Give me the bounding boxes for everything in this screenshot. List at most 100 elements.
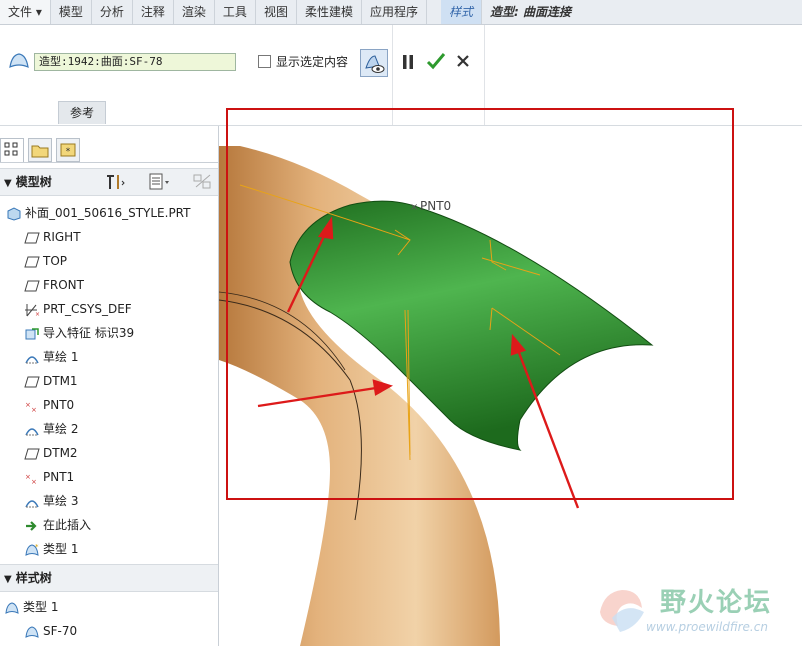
folder-icon — [31, 145, 49, 158]
tree-item-label: SF-70 — [43, 624, 78, 638]
tree-item[interactable]: 导入特征 标识39 — [24, 322, 134, 344]
tree-item-label: TOP — [43, 254, 68, 268]
menu-file-label: 文件 — [8, 5, 33, 19]
tree-item[interactable]: × × PNT1 — [24, 466, 74, 488]
tree-item[interactable]: SF-70 — [24, 620, 77, 642]
tree-item[interactable]: TOP — [24, 250, 67, 272]
svg-text:×: × — [25, 401, 31, 409]
context-title: 造型: 曲面连接 — [490, 5, 571, 19]
tree-item[interactable]: RIGHT — [24, 226, 81, 248]
references-tab[interactable]: 参考 — [58, 101, 106, 124]
highlight-frame — [226, 108, 734, 500]
tree-item-label: 草绘 1 — [43, 350, 79, 364]
menu-file[interactable]: 文件 ▾ — [0, 0, 51, 24]
ok-check-icon[interactable] — [426, 51, 446, 71]
tree-item[interactable]: 补面_001_50616_STYLE.PRT — [6, 202, 190, 224]
folder-browser-tab[interactable] — [28, 138, 52, 162]
tree-item-label: 类型 1 — [23, 600, 59, 614]
csys-icon: × — [25, 303, 40, 317]
datum-point-icon: ×× — [25, 473, 37, 485]
tree-item[interactable]: × PRT_CSYS_DEF — [24, 298, 132, 320]
datum-point-icon: ×× — [25, 401, 37, 413]
show-selected-checkbox[interactable] — [258, 55, 271, 68]
model-tree-tab[interactable] — [0, 138, 24, 162]
sketch-icon — [25, 355, 39, 363]
tree-item-label: 草绘 3 — [43, 494, 79, 508]
svg-text:×: × — [25, 473, 31, 481]
show-filters-icon[interactable] — [148, 173, 172, 191]
tree-item[interactable]: FRONT — [24, 274, 84, 296]
tree-item[interactable]: 草绘 1 — [24, 346, 78, 368]
style-feature-icon — [5, 601, 19, 614]
preview-button[interactable] — [360, 49, 388, 77]
tree-settings-icon[interactable] — [104, 173, 126, 191]
tree-item[interactable]: 类型 1 — [4, 596, 58, 618]
tree-item-label: 类型 1 — [43, 542, 79, 556]
tree-item[interactable]: × × PNT0 — [24, 394, 74, 416]
reference-collector[interactable]: 造型:1942:曲面:SF-78 — [34, 53, 236, 71]
tree-item-label: 在此插入 — [43, 518, 92, 532]
tree-item-label: DTM2 — [43, 446, 78, 460]
favorites-icon: * — [60, 143, 76, 157]
tree-item-label: 草绘 2 — [43, 422, 79, 436]
tree-item[interactable]: DTM1 — [24, 370, 78, 392]
datum-plane-icon — [24, 448, 40, 459]
svg-text:×: × — [31, 406, 37, 413]
tree-item-label: RIGHT — [43, 230, 81, 244]
surface-icon — [25, 625, 39, 638]
sketch-icon — [25, 427, 39, 435]
navigator-panel: * ▼ 模型树 补面_001_50616_STYLE.PRT RIGHT TOP … — [0, 126, 219, 646]
watermark-url: www.proewildfire.cn — [646, 620, 768, 634]
sketch-icon — [25, 499, 39, 507]
tree-item-label: DTM1 — [43, 374, 78, 388]
menu-applications[interactable]: 应用程序 — [362, 0, 427, 24]
menu-bar: 文件 ▾ 模型 分析 注释 渲染 工具 视图 柔性建模 应用程序 样式 造型: … — [0, 0, 802, 25]
menu-flexible-modeling[interactable]: 柔性建模 — [297, 0, 362, 24]
pause-icon[interactable] — [402, 55, 414, 69]
model-tree-title: 模型树 — [15, 175, 52, 189]
datum-plane-icon — [24, 232, 40, 243]
part-icon — [7, 206, 21, 221]
navigator-tabs: * — [0, 134, 218, 163]
tree-icon — [4, 142, 18, 156]
menu-analysis[interactable]: 分析 — [92, 0, 133, 24]
menu-view[interactable]: 视图 — [256, 0, 297, 24]
datum-plane-icon — [24, 376, 40, 387]
filter-disabled-icon[interactable] — [192, 173, 214, 191]
svg-text:*: * — [35, 543, 39, 551]
style-feature-icon: * — [25, 543, 39, 556]
tree-item[interactable]: * 类型 1 — [24, 538, 78, 560]
menu-style-tab[interactable]: 样式 — [440, 0, 482, 24]
menu-model[interactable]: 模型 — [51, 0, 92, 24]
menu-annotate[interactable]: 注释 — [133, 0, 174, 24]
model-tree-header[interactable]: ▼ 模型树 — [0, 168, 218, 196]
menu-render[interactable]: 渲染 — [174, 0, 215, 24]
menu-tools[interactable]: 工具 — [215, 0, 256, 24]
tree-item-label: 导入特征 标识39 — [43, 326, 135, 340]
style-tree-title: 样式树 — [15, 571, 52, 585]
tree-item[interactable]: 在此插入 — [24, 514, 91, 536]
tree-item-label: PNT0 — [43, 398, 75, 412]
import-feature-icon — [25, 327, 39, 339]
collapse-triangle-icon[interactable]: ▼ — [4, 171, 12, 197]
collapse-triangle-icon[interactable]: ▼ — [4, 567, 12, 593]
tree-item-label: FRONT — [43, 278, 84, 292]
style-tree-header[interactable]: ▼ 样式树 — [0, 564, 218, 592]
datum-plane-icon — [24, 280, 40, 291]
preview-icon — [365, 55, 385, 73]
svg-text:×: × — [35, 311, 40, 317]
tree-item[interactable]: 草绘 2 — [24, 418, 78, 440]
tree-item-label: PRT_CSYS_DEF — [43, 302, 132, 316]
datum-plane-icon — [24, 256, 40, 267]
cancel-x-icon[interactable] — [456, 54, 470, 68]
favorites-tab[interactable]: * — [56, 138, 80, 162]
insert-here-icon — [26, 520, 37, 531]
svg-text:×: × — [31, 478, 37, 485]
surface-icon — [9, 53, 29, 69]
tree-item[interactable]: 草绘 3 — [24, 490, 78, 512]
tree-item-label: PNT1 — [43, 470, 75, 484]
svg-text:*: * — [66, 147, 71, 157]
tree-item[interactable]: DTM2 — [24, 442, 78, 464]
show-selected-label: 显示选定内容 — [276, 55, 349, 69]
watermark-title: 野火论坛 — [660, 588, 773, 618]
